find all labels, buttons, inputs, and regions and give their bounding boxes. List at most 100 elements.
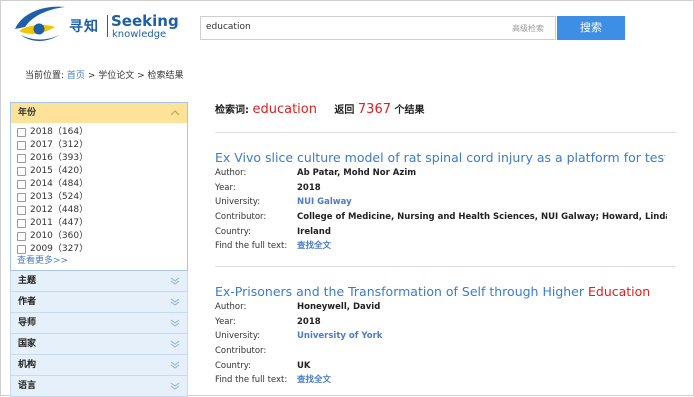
search-summary: 检索词: education 返回 7367 个结果 xyxy=(215,101,424,117)
facet-title: 国家 xyxy=(18,339,37,349)
breadcrumb-current: 检索结果 xyxy=(147,71,184,81)
checkbox[interactable] xyxy=(17,245,26,254)
summary-term: education xyxy=(252,102,317,117)
year-filter-label: 2014（484） xyxy=(30,179,89,189)
chevron-double-down-icon[interactable] xyxy=(170,319,180,327)
breadcrumb-prefix: 当前位置: xyxy=(25,71,65,81)
result-title-link[interactable]: Ex Vivo slice culture model of rat spina… xyxy=(215,150,665,165)
meta-country: Ireland xyxy=(297,226,331,237)
show-more-link[interactable]: 查看更多>> xyxy=(17,256,187,268)
summary-suffix: 个结果 xyxy=(394,105,425,116)
find-fulltext-link[interactable]: 查找全文 xyxy=(297,239,667,254)
year-list: 2018（164） 2017（312） 2016（393） 2015（420） 2014… xyxy=(11,123,187,270)
facet-header[interactable]: 作者 xyxy=(10,292,188,313)
logo-en-sub: knowledge xyxy=(112,29,167,40)
meta-country: UK xyxy=(297,360,311,371)
meta-row-author: Author: Ab Patar, Mohd Nor Azim xyxy=(215,166,675,181)
facet-year-header[interactable]: 年份 xyxy=(11,103,187,123)
year-filter-item[interactable]: 2014（484） xyxy=(17,178,187,191)
search-query[interactable]: education xyxy=(206,22,251,32)
meta-label: Find the full text: xyxy=(215,375,288,386)
facet-list: 主题作者导师国家机构语言 xyxy=(10,271,188,397)
summary-label: 检索词: xyxy=(215,105,249,116)
chevron-double-down-icon[interactable] xyxy=(170,298,180,306)
checkbox[interactable] xyxy=(17,154,26,163)
chevron-double-down-icon[interactable] xyxy=(170,340,180,348)
checkbox[interactable] xyxy=(17,167,26,176)
result-title-link[interactable]: Ex-Prisoners and the Transformation of S… xyxy=(215,284,665,299)
facet-header[interactable]: 主题 xyxy=(10,271,188,292)
eye-logo-icon xyxy=(15,6,65,41)
breadcrumb: 当前位置: 首页 > 学位论文 > 检索结果 xyxy=(25,68,184,81)
search-input[interactable]: education 高级检索 xyxy=(200,16,556,40)
result-title-highlight[interactable]: Education xyxy=(588,284,650,299)
facet-title: 语言 xyxy=(18,381,37,391)
chevron-double-down-icon[interactable] xyxy=(170,382,180,390)
divider xyxy=(215,132,676,133)
meta-row-contributor: Contributor: xyxy=(215,344,675,359)
checkbox[interactable] xyxy=(17,219,26,228)
facet-title: 主题 xyxy=(18,276,37,286)
result-title-text[interactable]: Ex-Prisoners and the Transformation of S… xyxy=(215,284,588,299)
year-filter-item[interactable]: 2016（393） xyxy=(17,152,187,165)
facet-title: 作者 xyxy=(18,297,37,307)
logo-en-text: Seeking xyxy=(111,12,179,30)
logo-cn-text: 寻知 xyxy=(69,19,99,35)
checkbox[interactable] xyxy=(17,206,26,215)
find-fulltext-link[interactable]: 查找全文 xyxy=(297,373,667,388)
year-filter-label: 2010（360） xyxy=(30,231,89,241)
meta-author: Ab Patar, Mohd Nor Azim xyxy=(297,168,417,178)
breadcrumb-separator: > xyxy=(137,71,145,81)
checkbox[interactable] xyxy=(17,193,26,202)
result-title-text[interactable]: Ex Vivo slice culture model of rat spina… xyxy=(215,150,665,165)
meta-year: 2018 xyxy=(297,182,321,193)
year-filter-item[interactable]: 2013（524） xyxy=(17,191,187,204)
meta-label: Author: xyxy=(215,302,247,312)
year-filter-label: 2013（524） xyxy=(30,192,89,202)
checkbox[interactable] xyxy=(17,128,26,137)
meta-label: Year: xyxy=(215,182,236,193)
meta-row-year: Year: 2018 xyxy=(215,181,675,196)
meta-label: Author: xyxy=(215,168,247,178)
meta-university-link[interactable]: NUI Galway xyxy=(297,195,667,210)
year-filter-item[interactable]: 2015（420） xyxy=(17,165,187,178)
year-filter-label: 2016（393） xyxy=(30,153,89,163)
search-button[interactable]: 搜索 xyxy=(557,16,625,40)
chevron-double-down-icon[interactable] xyxy=(170,277,180,285)
facet-header[interactable]: 导师 xyxy=(10,313,188,334)
meta-row-university: University: NUI Galway xyxy=(215,195,675,210)
breadcrumb-home-link[interactable]: 首页 xyxy=(67,71,85,81)
meta-label: Year: xyxy=(215,316,236,327)
meta-label: Country: xyxy=(215,360,252,371)
facet-header[interactable]: 国家 xyxy=(10,334,188,355)
year-filter-item[interactable]: 2012（448） xyxy=(17,204,187,217)
checkbox[interactable] xyxy=(17,180,26,189)
result-count: 7367 xyxy=(357,102,391,117)
year-filter-item[interactable]: 2018（164） xyxy=(17,126,187,139)
year-filter-item[interactable]: 2017（312） xyxy=(17,139,187,152)
advanced-search-link[interactable]: 高级检索 xyxy=(512,23,544,34)
meta-year: 2018 xyxy=(297,316,321,327)
meta-row-country: Country: UK xyxy=(215,359,675,374)
meta-label: Country: xyxy=(215,226,252,237)
meta-row-university: University: University of York xyxy=(215,329,675,344)
meta-row-contributor: Contributor: College of Medicine, Nursing… xyxy=(215,210,675,225)
meta-row-author: Author: Honeywell, David xyxy=(215,300,675,315)
meta-row-fulltext: Find the full text: 查找全文 xyxy=(215,373,675,388)
site-logo[interactable]: 寻知 Seeking knowledge xyxy=(13,3,179,47)
meta-university-link[interactable]: University of York xyxy=(297,329,667,344)
checkbox[interactable] xyxy=(17,232,26,241)
facet-header[interactable]: 语言 xyxy=(10,376,188,397)
year-filter-item[interactable]: 2010（360） xyxy=(17,230,187,243)
meta-row-country: Country: Ireland xyxy=(215,225,675,240)
facet-title: 机构 xyxy=(18,360,37,370)
facet-header[interactable]: 机构 xyxy=(10,355,188,376)
year-filter-item[interactable]: 2011（447） xyxy=(17,217,187,230)
chevron-double-down-icon[interactable] xyxy=(170,361,180,369)
chevron-up-icon[interactable] xyxy=(170,109,180,117)
facet-year: 年份 2018（164） 2017（312） 2016（393） 2015（420） 2… xyxy=(10,102,188,271)
breadcrumb-section[interactable]: 学位论文 xyxy=(98,71,134,81)
checkbox[interactable] xyxy=(17,141,26,150)
meta-label: University: xyxy=(215,331,261,342)
year-filter-item[interactable]: 2009（327） xyxy=(17,243,187,256)
